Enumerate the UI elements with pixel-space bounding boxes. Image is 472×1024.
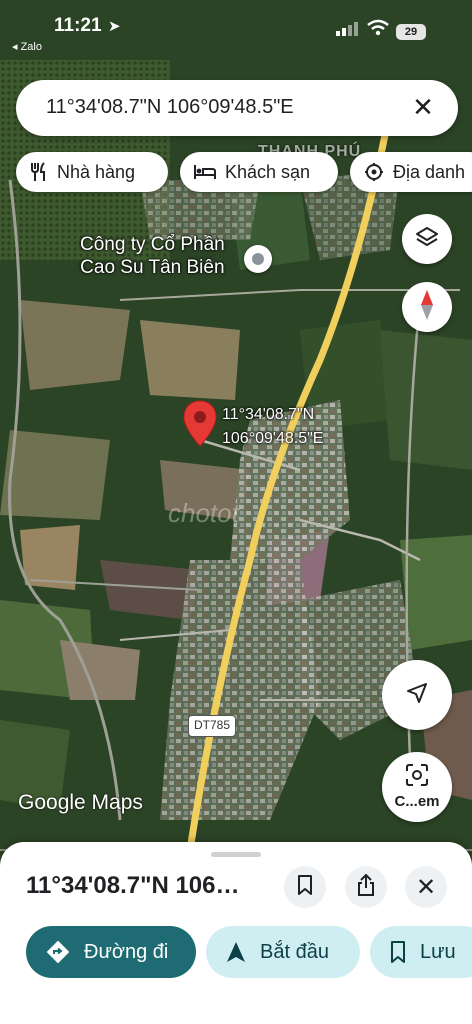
battery-icon: 29 (396, 24, 426, 40)
status-time: 11:21 (54, 15, 102, 36)
bed-icon (194, 164, 216, 180)
close-icon: ✕ (415, 873, 437, 901)
bookmark-icon (297, 874, 313, 900)
google-maps-attribution: Google Maps (18, 791, 143, 814)
sheet-drag-handle[interactable] (211, 852, 261, 857)
directions-label: Đường đi (84, 940, 169, 963)
camera-lens-icon (405, 764, 429, 791)
save-place-button[interactable]: Lưu (370, 926, 472, 978)
poi-name-label[interactable]: Công ty Cổ Phần Cao Su Tân Biên (80, 233, 225, 279)
pin-longitude: 106°09'48.5"E (222, 430, 324, 447)
utensils-icon (30, 162, 48, 182)
search-query[interactable]: 11°34'08.7"N 106°09'48.5"E (46, 96, 294, 119)
chip-label: Khách sạn (225, 161, 311, 182)
layers-icon (415, 225, 439, 254)
navigation-arrow-icon (226, 941, 246, 963)
location-arrow-icon: ➤ (108, 18, 121, 35)
watermark: chotot (168, 498, 239, 528)
lens-label: C...em (394, 793, 440, 810)
poi-name-line: Cao Su Tân Biên (80, 257, 225, 278)
poi-marker-icon[interactable] (244, 245, 272, 273)
close-sheet-button[interactable]: ✕ (405, 866, 447, 908)
status-bar: 11:21 ➤ ◂ Zalo 29 (0, 0, 472, 60)
share-button[interactable] (345, 866, 387, 908)
chip-label: Nhà hàng (57, 161, 136, 182)
wifi-icon (367, 19, 389, 42)
poi-name-line: Công ty Cổ Phần (80, 234, 225, 255)
close-icon[interactable]: ✕ (408, 92, 438, 122)
chip-landmarks[interactable]: Địa danh (350, 152, 472, 192)
bookmark-icon (390, 941, 406, 963)
my-location-button[interactable] (382, 660, 452, 730)
back-to-app-link[interactable]: ◂ Zalo (12, 40, 42, 53)
pin-latitude: 11°34'08.7"N (222, 406, 315, 423)
pin-coordinate-label: 11°34'08.7"N 106°09'48.5"E (222, 403, 323, 451)
navigation-arrow-icon (405, 681, 429, 710)
layers-button[interactable] (402, 214, 452, 264)
lens-button[interactable]: C...em (382, 752, 452, 822)
compass-icon (420, 289, 434, 325)
search-bar[interactable]: 11°34'08.7"N 106°09'48.5"E ✕ (16, 80, 458, 136)
directions-button[interactable]: Đường đi (26, 926, 196, 978)
signal-icon (336, 22, 358, 41)
chip-restaurants[interactable]: Nhà hàng (16, 152, 168, 192)
dropped-pin-icon[interactable] (182, 400, 218, 448)
chip-hotels[interactable]: Khách sạn (180, 152, 338, 192)
save-label: Lưu (420, 940, 456, 963)
chip-label: Địa danh (393, 161, 466, 182)
directions-icon (46, 940, 70, 964)
place-title: 11°34'08.7"N 106… (26, 872, 240, 899)
start-navigation-button[interactable]: Bắt đầu (206, 926, 360, 978)
save-button[interactable] (284, 866, 326, 908)
share-icon (357, 873, 375, 901)
landmark-icon (364, 162, 384, 182)
road-shield: DT785 (188, 715, 236, 737)
compass-button[interactable] (402, 282, 452, 332)
start-label: Bắt đầu (260, 940, 329, 963)
